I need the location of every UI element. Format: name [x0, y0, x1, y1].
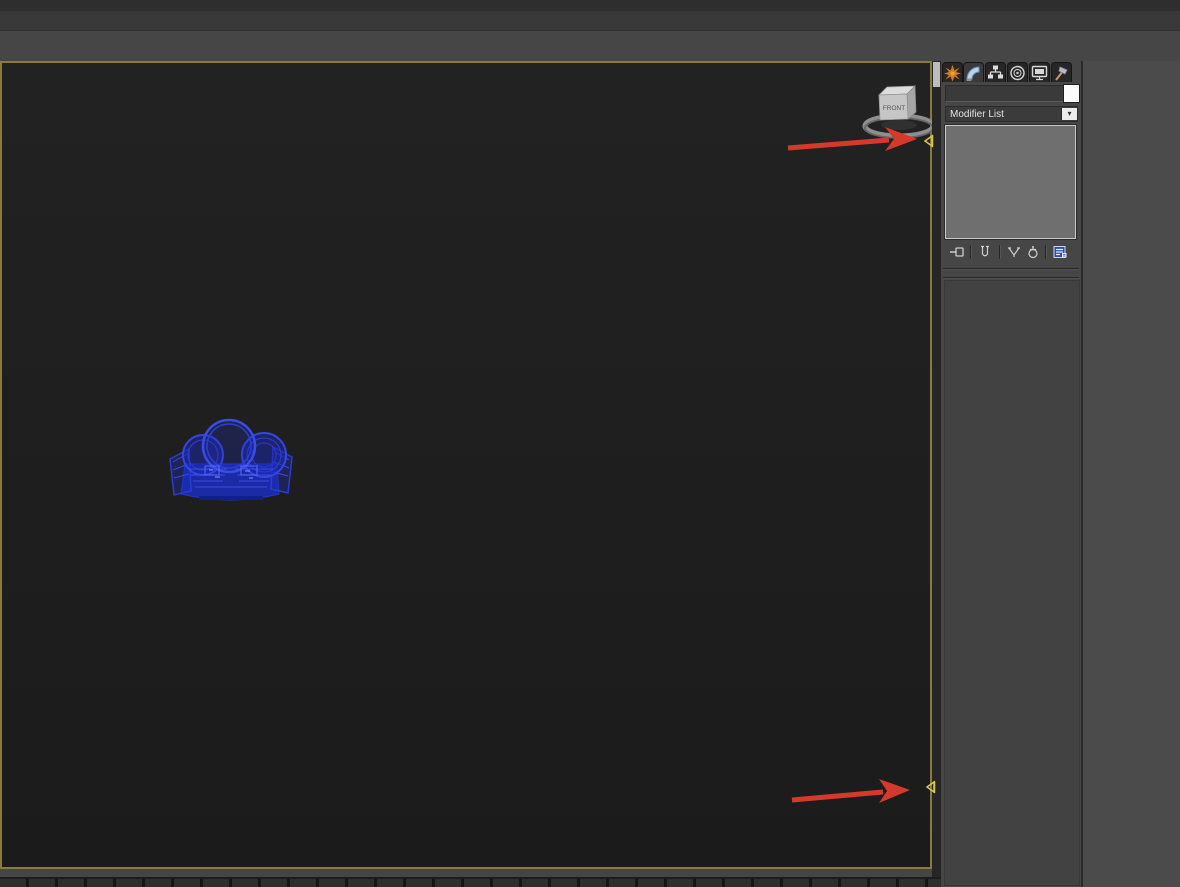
tab-modify[interactable] [963, 62, 984, 82]
object-name-field[interactable] [945, 85, 1065, 102]
scene-model-wireframe[interactable] [165, 414, 297, 506]
viewport-edge-marker-top[interactable] [922, 134, 934, 148]
viewport-front[interactable]: FRONT [0, 61, 936, 869]
menu-bar [0, 11, 1180, 30]
main-toolbar [0, 30, 1180, 62]
timeline-track-bar[interactable] [0, 877, 941, 887]
viewcube[interactable]: FRONT [857, 82, 941, 140]
pin-stack-button[interactable] [949, 244, 965, 260]
configure-modifier-sets-button[interactable] [1052, 244, 1068, 260]
modifier-list-value: Modifier List [950, 108, 1004, 120]
modifier-stack-toolbar [941, 243, 1081, 261]
object-color-swatch[interactable] [1063, 84, 1080, 103]
panel-divider [943, 277, 1079, 279]
tab-motion[interactable] [1007, 62, 1028, 82]
tab-utilities[interactable] [1051, 62, 1072, 82]
tab-display[interactable] [1029, 62, 1050, 82]
title-bar [0, 0, 1180, 11]
chevron-down-icon: ▾ [1061, 108, 1077, 120]
modify-icon [966, 65, 980, 81]
motion-icon [1010, 65, 1025, 80]
pin-stack-icon [950, 247, 964, 257]
application-window: FRONT Modifier List ▾ [0, 0, 1180, 887]
panel-scrollbar-thumb[interactable] [933, 62, 940, 87]
configure-modifier-sets-icon [1053, 246, 1067, 258]
workspace-empty-area [1083, 61, 1180, 887]
command-panel: Modifier List ▾ [941, 61, 1081, 887]
display-icon [1031, 65, 1048, 80]
tab-hierarchy[interactable] [985, 62, 1006, 82]
viewport-edge-marker-bottom[interactable] [924, 780, 936, 794]
remove-modifier-button[interactable] [1025, 244, 1041, 260]
panel-divider [943, 268, 1079, 270]
viewcube-front-label: FRONT [883, 105, 905, 112]
make-unique-icon [1008, 247, 1020, 257]
utilities-icon [1055, 65, 1068, 81]
modifier-stack-list[interactable] [945, 125, 1076, 239]
rollout-area [944, 280, 1080, 886]
modifier-list-dropdown[interactable]: Modifier List ▾ [945, 106, 1078, 122]
make-unique-button[interactable] [1006, 244, 1022, 260]
create-icon [944, 64, 961, 81]
hierarchy-icon [988, 65, 1003, 78]
tab-create[interactable] [942, 62, 963, 82]
show-end-result-button[interactable] [977, 244, 993, 260]
show-end-result-icon [981, 245, 989, 257]
remove-modifier-icon [1028, 246, 1038, 259]
